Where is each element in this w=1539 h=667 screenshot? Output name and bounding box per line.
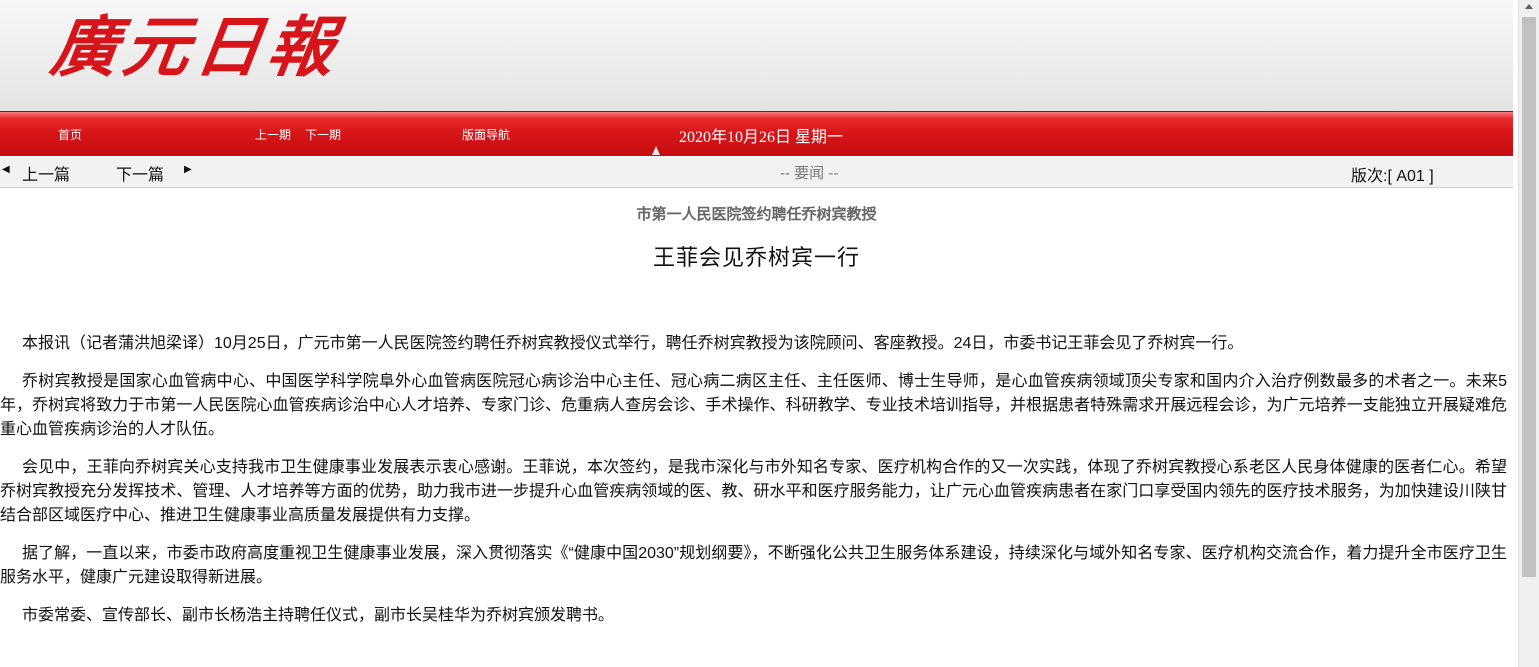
article-body: 本报讯（记者蒲洪旭梁译）10月25日，广元市第一人民医院签约聘任乔树宾教授仪式举… — [0, 332, 1507, 642]
issue-date: 2020年10月26日 星期一 — [679, 129, 844, 146]
article-paragraph: 据了解，一直以来，市委市政府高度重视卫生健康事业发展，深入贯彻落实《“健康中国2… — [0, 545, 1507, 586]
arrow-right-icon: ▶ — [184, 164, 192, 175]
article-paragraph: 乔树宾教授是国家心血管病中心、中国医学科学院阜外心血管病医院冠心病诊治中心主任、… — [0, 373, 1507, 438]
next-article-link[interactable]: 下一篇 — [116, 161, 164, 185]
section-label: -- 要闻 -- — [780, 165, 839, 182]
vertical-scrollbar[interactable] — [1518, 0, 1539, 667]
nav-home-link[interactable]: 首页 — [58, 126, 82, 143]
newspaper-page: 廣元日報 首页 上一期 下一期 版面导航 2020年10月26日 星期一 ◀ 上… — [0, 0, 1513, 667]
top-nav-bar: 首页 上一期 下一期 版面导航 2020年10月26日 星期一 — [0, 111, 1513, 156]
nav-page-navigation-link[interactable]: 版面导航 — [462, 126, 510, 143]
scroll-up-icon[interactable] — [1525, 4, 1533, 9]
article-paragraph: 会见中，王菲向乔树宾关心支持我市卫生健康事业发展表示衷心感谢。王菲说，本次签约，… — [0, 459, 1507, 524]
article-subtitle: 市第一人民医院签约聘任乔树宾教授 — [636, 205, 877, 223]
nav-prev-issue-link[interactable]: 上一期 — [255, 126, 291, 143]
nav-next-issue-link[interactable]: 下一期 — [305, 126, 341, 143]
article-title: 王菲会见乔树宾一行 — [652, 246, 860, 271]
article-paragraph: 市委常委、宣传部长、副市长杨浩主持聘任仪式，副市长吴桂华为乔树宾颁发聘书。 — [22, 607, 615, 624]
scrollbar-thumb[interactable] — [1522, 17, 1536, 577]
article-paragraph: 本报讯（记者蒲洪旭梁译）10月25日，广元市第一人民医院签约聘任乔树宾教授仪式举… — [22, 335, 1244, 352]
newspaper-logo[interactable]: 廣元日報 — [47, 8, 346, 86]
article-nav-bar: ◀ 上一篇 下一篇 ▶ -- 要闻 -- 版次:[ A01 ] — [0, 157, 1513, 188]
edition-label: 版次:[ A01 ] — [1351, 168, 1434, 185]
nav-divider-notch — [652, 146, 660, 155]
arrow-left-icon: ◀ — [2, 164, 10, 175]
prev-article-link[interactable]: 上一篇 — [22, 161, 70, 185]
masthead: 廣元日報 — [0, 0, 1513, 112]
